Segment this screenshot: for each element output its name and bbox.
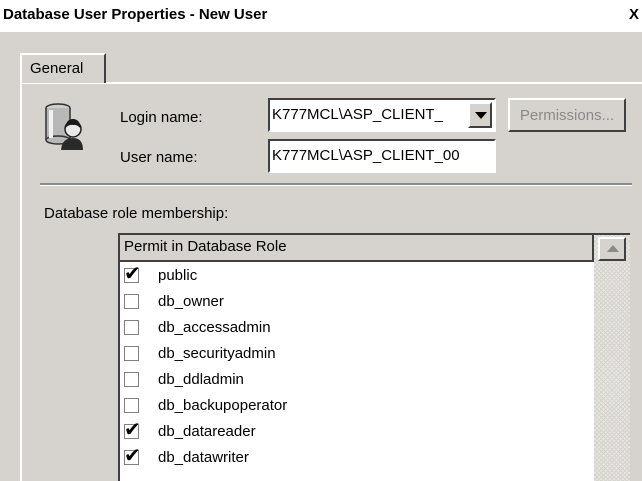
database-user-icon (45, 103, 83, 150)
role-checkbox[interactable] (124, 320, 139, 335)
role-checkbox[interactable] (124, 294, 139, 309)
role-row[interactable]: db_owner (120, 289, 594, 315)
checkmark-icon: ✔ (124, 443, 141, 467)
role-checkbox[interactable] (124, 346, 139, 361)
scroll-up-arrow-icon (607, 245, 619, 252)
login-name-value: K777MCL\ASP_CLIENT_ (272, 106, 443, 123)
role-checkbox[interactable]: ✔ (124, 445, 141, 465)
role-list-header-label: Permit in Database Role (124, 238, 287, 255)
role-name: db_datareader (158, 423, 256, 440)
section-divider (40, 183, 632, 186)
role-row[interactable]: db_backupoperator (120, 393, 594, 419)
role-row[interactable]: ✔ db_datareader (120, 419, 594, 445)
close-button[interactable]: X (629, 6, 639, 23)
role-list-scrollbar[interactable] (594, 235, 630, 481)
role-rows: ✔ public db_owner db_accessadmin db_secu… (120, 263, 594, 471)
tab-general-label: General (30, 60, 84, 77)
tab-panel-top-border (20, 82, 642, 84)
login-name-combobox[interactable]: K777MCL\ASP_CLIENT_ (268, 98, 496, 132)
role-row[interactable]: ✔ public (120, 263, 594, 289)
role-checkbox[interactable]: ✔ (124, 263, 141, 283)
role-row[interactable]: db_accessadmin (120, 315, 594, 341)
role-membership-label: Database role membership: (44, 205, 229, 222)
role-name: db_backupoperator (158, 397, 288, 414)
role-row[interactable]: db_securityadmin (120, 341, 594, 367)
role-row[interactable]: db_ddladmin (120, 367, 594, 393)
permissions-button[interactable]: Permissions... (508, 98, 626, 132)
tab-panel-left-border (20, 82, 22, 481)
user-name-field[interactable]: K777MCL\ASP_CLIENT_00 (268, 139, 496, 173)
role-name: public (158, 267, 198, 284)
role-list[interactable]: Permit in Database Role ✔ public db_owne… (118, 233, 630, 481)
role-name: db_securityadmin (158, 345, 276, 362)
chevron-down-icon (475, 112, 487, 119)
tab-general[interactable]: General (20, 53, 106, 83)
role-checkbox[interactable] (124, 372, 139, 387)
role-checkbox[interactable] (124, 398, 139, 413)
role-name: db_datawriter (158, 449, 249, 466)
user-name-value: K777MCL\ASP_CLIENT_00 (272, 147, 460, 164)
role-checkbox[interactable]: ✔ (124, 419, 141, 439)
scroll-up-button[interactable] (598, 237, 626, 261)
title-bar: Database User Properties - New User X (0, 0, 642, 32)
role-name: db_owner (158, 293, 224, 310)
checkmark-icon: ✔ (124, 261, 141, 285)
permissions-button-label: Permissions... (519, 107, 615, 124)
login-name-label: Login name: (120, 109, 203, 126)
login-name-dropdown-button[interactable] (468, 102, 492, 128)
checkmark-icon: ✔ (124, 417, 141, 441)
role-row[interactable]: ✔ db_datawriter (120, 445, 594, 471)
window-title: Database User Properties - New User (3, 6, 268, 23)
role-list-header[interactable]: Permit in Database Role (120, 235, 594, 262)
user-name-label: User name: (120, 149, 198, 166)
role-name: db_ddladmin (158, 371, 244, 388)
role-name: db_accessadmin (158, 319, 271, 336)
